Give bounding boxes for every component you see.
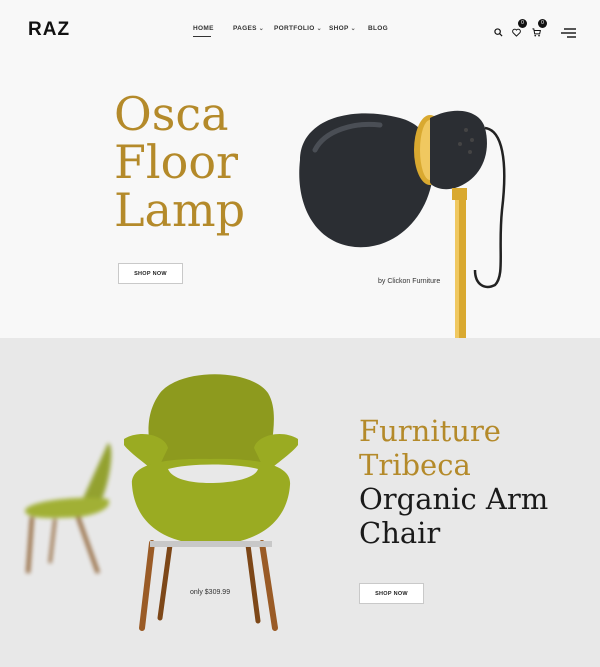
hero-byline: by Clickon Furniture	[378, 278, 441, 285]
hero-title-line: Osca	[114, 87, 229, 141]
hero-title: Furniture Tribeca Organic Arm Chair	[359, 414, 548, 550]
hero-title-line: Furniture	[359, 414, 501, 448]
hero-slide-lamp: Osca Floor Lamp SHOP NOW by Clickon Furn…	[0, 60, 600, 338]
hero-title-line: Organic Arm	[359, 482, 549, 516]
nav-item-home[interactable]: HOME	[193, 25, 214, 37]
chevron-down-icon: ⌄	[316, 26, 322, 32]
cart-icon[interactable]: 0	[532, 19, 547, 42]
nav-item-pages[interactable]: PAGES ⌄	[233, 25, 264, 32]
shop-now-button[interactable]: SHOP NOW	[118, 263, 183, 284]
site-logo[interactable]: RAZ	[28, 19, 70, 41]
product-price: only $309.99	[190, 589, 231, 596]
nav-item-blog[interactable]: BLOG	[368, 25, 388, 32]
hero-slide-chair: only $309.99 Furniture Tribeca Organic A…	[0, 338, 600, 667]
nav-item-portfolio[interactable]: PORTFOLIO ⌄	[274, 25, 322, 32]
header-actions: 0 0	[494, 19, 584, 43]
cart-count-badge: 0	[538, 19, 547, 28]
nav-item-label: PAGES	[233, 25, 257, 32]
nav-item-label: PORTFOLIO	[274, 25, 315, 32]
hero-title-line: Tribeca	[359, 448, 471, 482]
site-header: RAZ HOME PAGES ⌄ PORTFOLIO ⌄ SHOP ⌄ BLOG…	[0, 0, 600, 60]
nav-item-label: BLOG	[368, 25, 388, 32]
wishlist-count-badge: 0	[518, 19, 527, 28]
chair-shadow-image	[25, 443, 112, 574]
nav-item-label: SHOP	[329, 25, 349, 32]
hero-title: Osca Floor Lamp	[114, 90, 245, 234]
hero-title-line: Lamp	[114, 183, 246, 237]
chevron-down-icon: ⌄	[350, 26, 356, 32]
hero-title-line: Floor	[114, 135, 239, 189]
menu-icon[interactable]	[561, 25, 576, 43]
chevron-down-icon: ⌄	[258, 26, 265, 32]
nav-item-label: HOME	[193, 25, 214, 32]
heart-icon[interactable]: 0	[512, 19, 527, 42]
shop-now-button[interactable]: SHOP NOW	[359, 583, 424, 604]
search-icon[interactable]	[494, 24, 503, 42]
nav-item-shop[interactable]: SHOP ⌄	[329, 25, 356, 32]
hero-title-line: Chair	[359, 516, 441, 550]
floor-lamp-image	[299, 110, 506, 338]
